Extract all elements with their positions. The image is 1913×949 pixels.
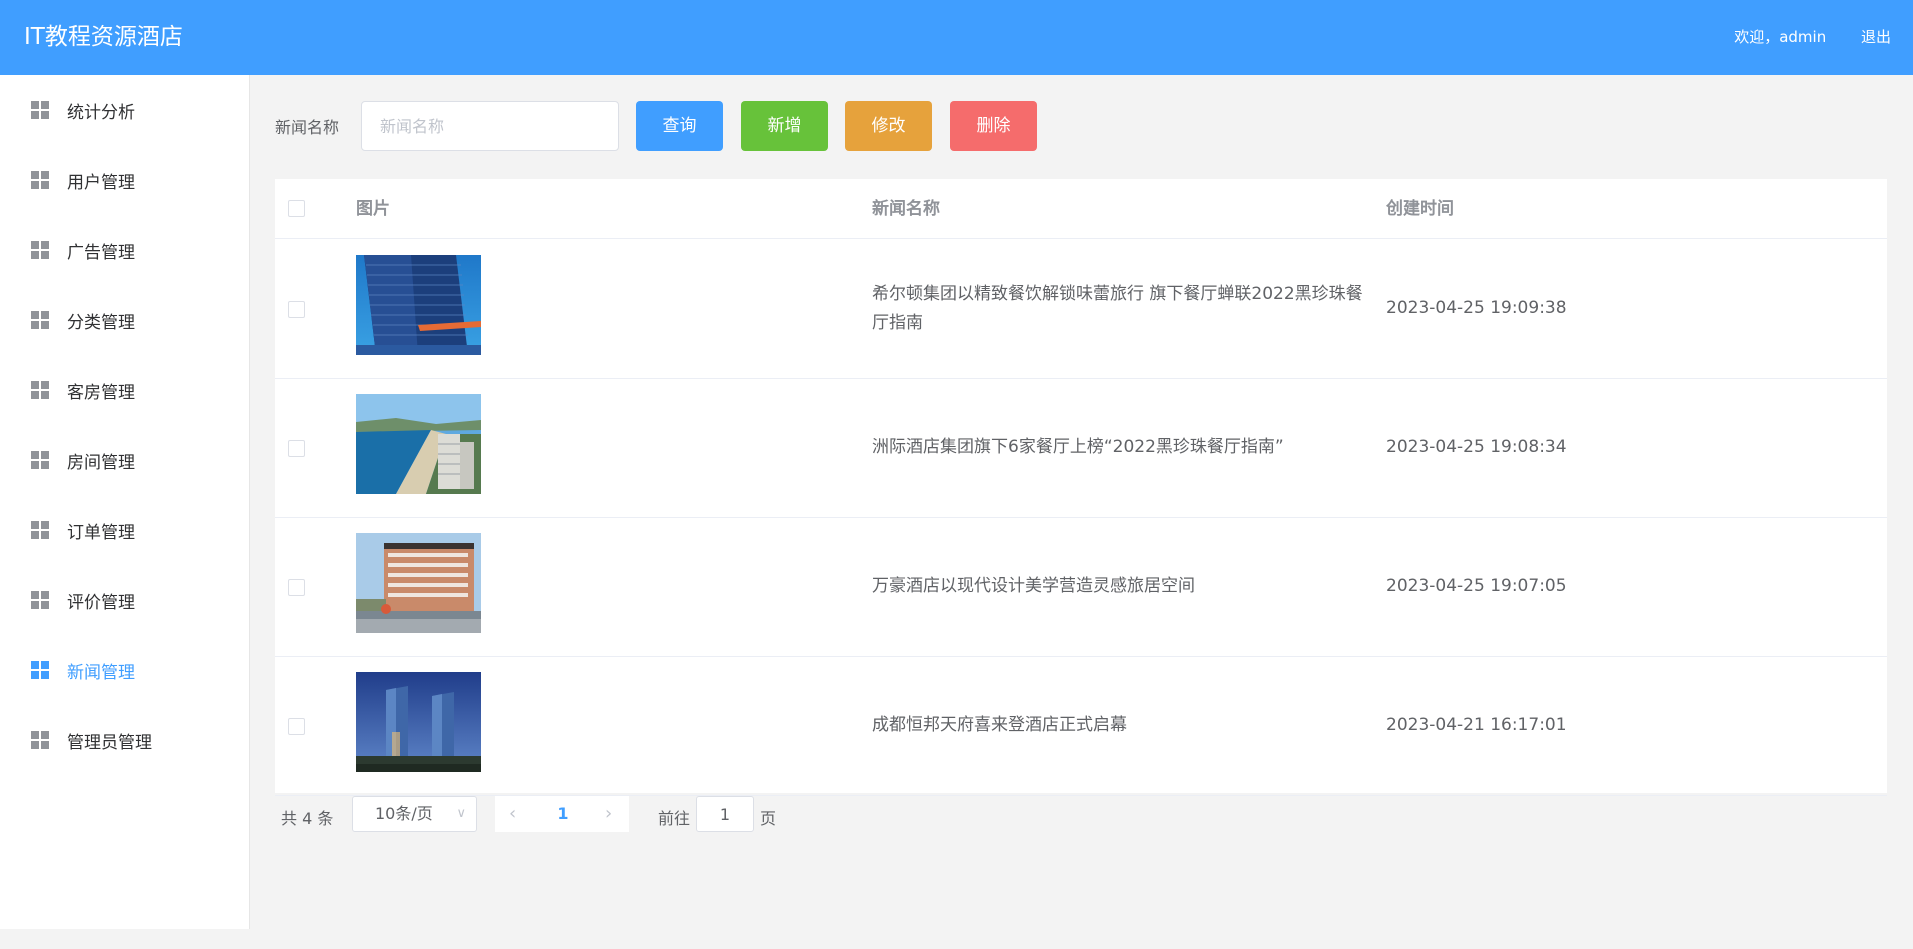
bottom-strip — [0, 929, 1913, 949]
seaside-hotel-photo — [356, 394, 481, 494]
sidebar-item-label: 新闻管理 — [67, 662, 135, 683]
sidebar-item-label: 客房管理 — [67, 382, 135, 403]
chevron-right-icon[interactable]: › — [605, 796, 612, 832]
news-title: 万豪酒店以现代设计美学营造灵感旅居空间 — [872, 576, 1195, 596]
hotel-tower-photo — [356, 255, 481, 355]
news-title: 洲际酒店集团旗下6家餐厅上榜“2022黑珍珠餐厅指南” — [872, 437, 1284, 457]
twin-towers-photo — [356, 672, 481, 772]
query-button[interactable]: 查询 — [636, 101, 723, 151]
sidebar-item-users[interactable]: 用户管理 — [0, 145, 249, 215]
table-row[interactable]: 洲际酒店集团旗下6家餐厅上榜“2022黑珍珠餐厅指南” 2023-04-25 1… — [275, 379, 1887, 518]
sidebar-item-orders[interactable]: 订单管理 — [0, 495, 249, 565]
logout-link[interactable]: 退出 — [1861, 28, 1891, 46]
search-label: 新闻名称 — [275, 118, 340, 137]
sidebar-item-room-types[interactable]: 客房管理 — [0, 355, 249, 425]
sidebar-item-label: 评价管理 — [67, 592, 135, 613]
app-brand: IT教程资源酒店 — [24, 24, 183, 50]
pager: ‹ 1 › — [495, 796, 629, 832]
row-checkbox[interactable] — [288, 579, 305, 596]
sidebar-item-label: 用户管理 — [67, 172, 135, 193]
top-header: IT教程资源酒店 欢迎，admin 退出 — [0, 0, 1913, 75]
sidebar-item-ads[interactable]: 广告管理 — [0, 215, 249, 285]
row-checkbox[interactable] — [288, 718, 305, 735]
news-title: 成都恒邦天府喜来登酒店正式启幕 — [872, 715, 1127, 735]
table-row[interactable]: 希尔顿集团以精致餐饮解锁味蕾旅行 旗下餐厅蝉联2022黑珍珠餐厅指南 2023-… — [275, 240, 1887, 379]
grid-icon — [31, 101, 49, 119]
sidebar-item-label: 广告管理 — [67, 242, 135, 263]
chevron-down-icon: ∨ — [456, 806, 466, 821]
grid-icon — [31, 171, 49, 189]
grid-icon — [31, 311, 49, 329]
sidebar: 统计分析 用户管理 广告管理 分类管理 客房管理 房间管理 订单管理 评价管理 … — [0, 75, 250, 929]
header-user-area: 欢迎，admin 退出 — [1704, 0, 1891, 75]
table-header: 图片 新闻名称 创建时间 — [275, 179, 1887, 239]
news-created: 2023-04-25 19:09:38 — [1386, 298, 1567, 318]
modern-hotel-facade-photo — [356, 533, 481, 633]
welcome-text: 欢迎，admin — [1734, 28, 1827, 46]
page-number-current[interactable]: 1 — [555, 796, 571, 832]
news-created: 2023-04-21 16:17:01 — [1386, 715, 1567, 735]
sidebar-item-label: 订单管理 — [67, 522, 135, 543]
goto-suffix: 页 — [760, 809, 777, 828]
main-content: 新闻名称 查询 新增 修改 删除 图片 新闻名称 创建时间 — [251, 75, 1913, 929]
sidebar-item-label: 房间管理 — [67, 452, 135, 473]
sidebar-item-reviews[interactable]: 评价管理 — [0, 565, 249, 635]
chevron-left-icon[interactable]: ‹ — [509, 796, 516, 832]
goto-page-input[interactable] — [696, 796, 754, 832]
grid-icon — [31, 381, 49, 399]
news-created: 2023-04-25 19:08:34 — [1386, 437, 1567, 457]
row-checkbox[interactable] — [288, 301, 305, 318]
grid-icon — [31, 731, 49, 749]
news-table: 图片 新闻名称 创建时间 希尔顿集团以精致餐饮解锁味蕾旅行 旗下餐厅蝉联2022… — [275, 179, 1887, 796]
grid-icon — [31, 591, 49, 609]
sidebar-item-stats[interactable]: 统计分析 — [0, 75, 249, 145]
sidebar-item-label: 管理员管理 — [67, 732, 152, 753]
table-row[interactable]: 成都恒邦天府喜来登酒店正式启幕 2023-04-21 16:17:01 — [275, 657, 1887, 796]
row-checkbox[interactable] — [288, 440, 305, 457]
table-row[interactable]: 万豪酒店以现代设计美学营造灵感旅居空间 2023-04-25 19:07:05 — [275, 518, 1887, 657]
news-title: 希尔顿集团以精致餐饮解锁味蕾旅行 旗下餐厅蝉联2022黑珍珠餐厅指南 — [872, 284, 1363, 333]
grid-icon — [31, 661, 49, 679]
pagination-total: 共 4 条 — [281, 809, 334, 828]
grid-icon — [31, 521, 49, 539]
select-all-checkbox[interactable] — [288, 200, 305, 217]
column-header-title: 新闻名称 — [872, 199, 940, 219]
delete-button[interactable]: 删除 — [950, 101, 1037, 151]
grid-icon — [31, 241, 49, 259]
grid-icon — [31, 451, 49, 469]
sidebar-item-news[interactable]: 新闻管理 — [0, 635, 249, 705]
add-button[interactable]: 新增 — [741, 101, 828, 151]
goto-label: 前往 — [658, 809, 691, 828]
sidebar-item-admins[interactable]: 管理员管理 — [0, 705, 249, 775]
column-header-created: 创建时间 — [1386, 199, 1454, 219]
edit-button[interactable]: 修改 — [845, 101, 932, 151]
news-name-search-input[interactable] — [361, 101, 619, 151]
column-header-image: 图片 — [356, 199, 390, 219]
page-size-select[interactable]: 10条/页 ∨ — [352, 796, 477, 832]
sidebar-item-categories[interactable]: 分类管理 — [0, 285, 249, 355]
page-size-value: 10条/页 — [375, 804, 433, 823]
sidebar-item-rooms[interactable]: 房间管理 — [0, 425, 249, 495]
sidebar-item-label: 统计分析 — [67, 102, 135, 123]
news-created: 2023-04-25 19:07:05 — [1386, 576, 1567, 596]
sidebar-item-label: 分类管理 — [67, 312, 135, 333]
